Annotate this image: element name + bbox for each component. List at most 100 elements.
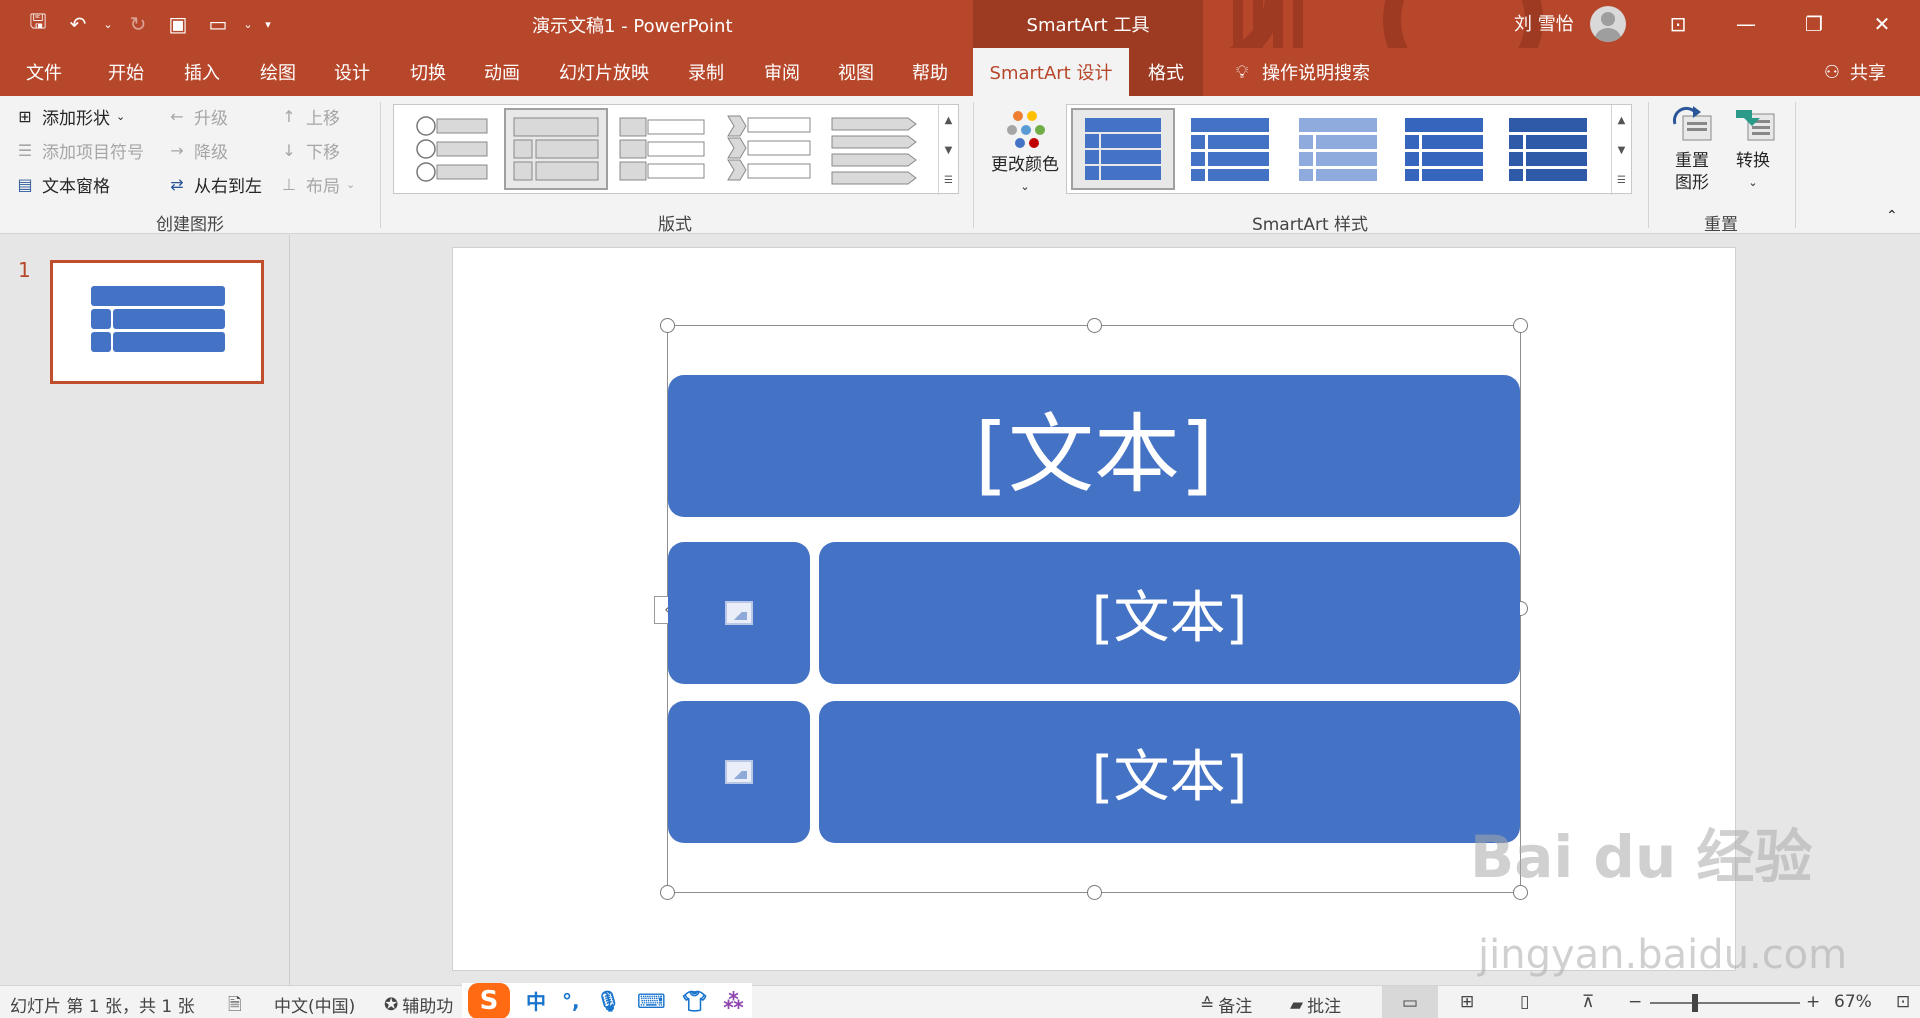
resize-handle[interactable] — [1513, 318, 1528, 333]
style-option-simple-fill-selected[interactable] — [1071, 108, 1175, 190]
normal-view-icon[interactable]: ▭ — [1382, 986, 1438, 1018]
zoom-slider-thumb[interactable] — [1692, 994, 1698, 1012]
gallery-scroll-up-icon[interactable]: ▲ — [1611, 105, 1631, 135]
slide-sorter-icon[interactable]: ⊞ — [1460, 992, 1474, 1012]
avatar[interactable] — [1590, 6, 1626, 42]
bullet-list-icon: ☰ — [17, 141, 33, 160]
microphone-icon[interactable]: 🎙︎ — [596, 989, 621, 1013]
zoom-slider[interactable] — [1650, 1002, 1800, 1004]
convert-button[interactable]: 转换 ⌄ — [1724, 104, 1782, 194]
zoom-level[interactable]: 67% — [1834, 992, 1872, 1012]
resize-handle[interactable] — [1087, 885, 1102, 900]
thumb-text-shape — [113, 309, 225, 329]
style-option-intense-effect[interactable] — [1497, 108, 1601, 190]
layout-option-arrow-list[interactable] — [824, 108, 928, 190]
promote-label: 升级 — [194, 109, 228, 129]
slideshow-view-icon[interactable]: ⊼ — [1582, 992, 1594, 1012]
apps-grid-icon[interactable]: ⁂ — [723, 989, 743, 1013]
reset-graphic-icon — [1672, 106, 1712, 141]
style-option-white-outline[interactable] — [1179, 108, 1283, 190]
undo-dropdown-icon[interactable]: ⌄ — [100, 8, 116, 40]
text-pane-icon: ▤ — [17, 175, 33, 194]
skin-shirt-icon[interactable]: 👕︎ — [682, 989, 707, 1013]
tab-record[interactable]: 录制 — [672, 48, 740, 96]
slide-thumbnail[interactable] — [50, 260, 264, 384]
reading-view-icon[interactable]: ▯ — [1520, 992, 1529, 1012]
smartart-text-shape-2[interactable]: [文本] — [819, 701, 1520, 843]
smartart-picture-placeholder-1[interactable] — [668, 542, 810, 684]
tab-insert[interactable]: 插入 — [168, 48, 236, 96]
zoom-out-icon[interactable]: − — [1628, 992, 1642, 1012]
change-colors-button[interactable]: 更改颜色 ⌄ — [988, 104, 1062, 198]
comments-button[interactable]: ▰ 批注 — [1290, 992, 1341, 1018]
layout-option-circle-list[interactable] — [400, 108, 504, 190]
right-to-left-button[interactable]: ⇄ 从右到左 — [166, 172, 262, 197]
keyboard-icon[interactable]: ⌨ — [637, 989, 666, 1013]
tab-smartart-design[interactable]: SmartArt 设计 — [973, 48, 1129, 96]
tab-file[interactable]: 文件 — [10, 48, 78, 96]
tab-review[interactable]: 审阅 — [748, 48, 816, 96]
resize-handle[interactable] — [1087, 318, 1102, 333]
move-up-button[interactable]: ↑ 上移 — [278, 104, 340, 129]
layout-button[interactable]: ⊥ 布局 ⌄ — [278, 172, 355, 197]
tab-draw[interactable]: 绘图 — [244, 48, 312, 96]
add-shape-button[interactable]: ⊞ 添加形状 ⌄ — [14, 104, 125, 129]
tab-format[interactable]: 格式 — [1129, 48, 1203, 96]
promote-button[interactable]: ← 升级 — [166, 104, 228, 129]
demote-button[interactable]: → 降级 — [166, 138, 228, 163]
tab-view[interactable]: 视图 — [822, 48, 890, 96]
share-button[interactable]: 共享 — [1850, 48, 1900, 96]
resize-handle[interactable] — [660, 885, 675, 900]
gallery-scroll-down-icon[interactable]: ▼ — [938, 135, 958, 165]
language-indicator[interactable]: 中文(中国) — [274, 992, 355, 1017]
style-option-moderate-effect[interactable] — [1393, 108, 1497, 190]
tell-me-search[interactable]: 操作说明搜索 — [1262, 48, 1386, 96]
gallery-more-icon[interactable]: ☰ — [1611, 165, 1631, 195]
insert-picture-icon[interactable] — [725, 760, 753, 784]
new-slide-icon[interactable]: ▭ — [200, 8, 236, 40]
close-icon[interactable]: ✕ — [1854, 0, 1910, 48]
smartart-picture-placeholder-2[interactable] — [668, 701, 810, 843]
collapse-ribbon-icon[interactable]: ⌃ — [1886, 208, 1898, 224]
layout-label: 布局 — [306, 177, 340, 197]
tab-transitions[interactable]: 切换 — [394, 48, 462, 96]
gallery-more-icon[interactable]: ☰ — [938, 165, 958, 195]
reset-graphic-button[interactable]: 重置 图形 — [1664, 104, 1720, 194]
accessibility-button[interactable]: ✪ 辅助功 — [384, 992, 453, 1018]
add-bullet-button[interactable]: ☰ 添加项目符号 — [14, 138, 144, 163]
punctuation-icon[interactable]: °, — [562, 989, 580, 1013]
smartart-text-shape-1[interactable]: [文本] — [819, 542, 1520, 684]
customize-qat-icon[interactable]: ▾ — [260, 8, 276, 40]
layout-option-chevron-list[interactable] — [720, 108, 824, 190]
tab-slideshow[interactable]: 幻灯片放映 — [550, 48, 658, 96]
ribbon-display-options-icon[interactable]: ⊡ — [1650, 0, 1706, 48]
gallery-scroll-up-icon[interactable]: ▲ — [938, 105, 958, 135]
present-from-start-icon[interactable]: ▣ — [160, 8, 196, 40]
save-icon[interactable]: 🖫 — [20, 8, 56, 40]
redo-icon[interactable]: ↻ — [120, 8, 156, 40]
gallery-scroll-down-icon[interactable]: ▼ — [1611, 135, 1631, 165]
user-name[interactable]: 刘 雪怡 — [1514, 10, 1574, 36]
notes-button[interactable]: ≙ 备注 — [1200, 992, 1252, 1018]
layout-option-picture-list-selected[interactable] — [504, 108, 608, 190]
zoom-in-icon[interactable]: + — [1806, 992, 1820, 1012]
fit-to-window-icon[interactable]: ⊡ — [1896, 992, 1910, 1012]
tab-home[interactable]: 开始 — [92, 48, 160, 96]
tab-help[interactable]: 帮助 — [896, 48, 964, 96]
restore-icon[interactable]: ❐ — [1786, 0, 1842, 48]
style-option-subtle-effect[interactable] — [1287, 108, 1391, 190]
text-pane-button[interactable]: ▤ 文本窗格 — [14, 172, 110, 197]
undo-icon[interactable]: ↶ — [60, 8, 96, 40]
tab-animations[interactable]: 动画 — [468, 48, 536, 96]
minimize-icon[interactable]: — — [1718, 0, 1774, 48]
insert-picture-icon[interactable] — [725, 601, 753, 625]
smartart-top-shape[interactable]: [文本] — [668, 375, 1520, 517]
ime-mode[interactable]: 中 — [526, 986, 546, 1015]
spell-check-icon[interactable]: 🗎 — [228, 992, 242, 1018]
tab-design[interactable]: 设计 — [318, 48, 386, 96]
new-slide-dropdown-icon[interactable]: ⌄ — [240, 8, 256, 40]
sogou-logo-icon[interactable]: S — [468, 982, 510, 1018]
resize-handle[interactable] — [660, 318, 675, 333]
move-down-button[interactable]: ↓ 下移 — [278, 138, 340, 163]
layout-option-table-list[interactable] — [612, 108, 716, 190]
